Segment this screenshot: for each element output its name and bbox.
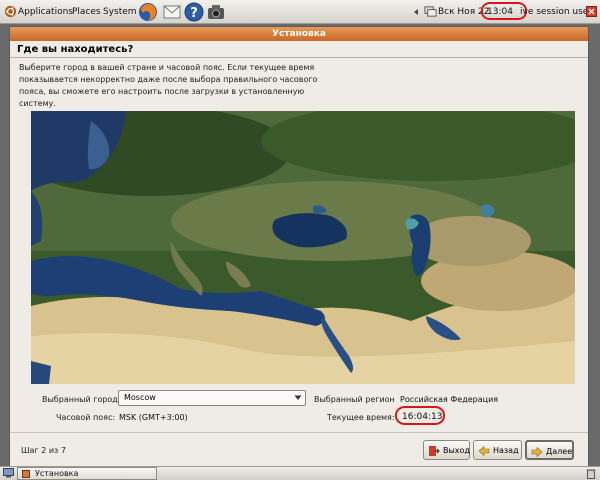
chevron-down-icon xyxy=(294,395,302,400)
window-titlebar[interactable]: Установка xyxy=(10,27,588,41)
timezone-label: Часовой пояс: xyxy=(56,413,116,422)
page-description: Выберите город в вашей стране и часовой … xyxy=(19,63,318,108)
arrow-left-icon xyxy=(478,445,490,457)
top-panel: Applications Places System ? Вск Ноя 22 … xyxy=(0,0,600,24)
help-icon[interactable]: ? xyxy=(184,2,204,22)
camera-icon[interactable] xyxy=(206,2,226,22)
page-title: Где вы находитесь? xyxy=(17,44,134,55)
trash-icon[interactable] xyxy=(586,468,596,479)
back-button-label: Назад xyxy=(493,446,519,455)
top-panel-session[interactable]: ive session user xyxy=(520,0,592,24)
back-button[interactable]: Назад xyxy=(473,440,522,460)
svg-text:?: ? xyxy=(190,6,198,21)
session-icon[interactable] xyxy=(586,6,597,17)
quit-button-label: Выход xyxy=(443,446,470,455)
taskbar-installer-label: Установка xyxy=(35,469,79,478)
quit-button[interactable]: Выход xyxy=(423,440,470,460)
timezone-map[interactable] xyxy=(31,111,575,384)
timezone-value: MSK (GMT+3:00) xyxy=(119,413,188,422)
city-select[interactable]: Moscow xyxy=(118,390,306,406)
step-indicator: Шаг 2 из 7 xyxy=(21,446,66,455)
installer-window: Установка Где вы находитесь? Выберите го… xyxy=(9,26,589,467)
show-desktop-icon[interactable] xyxy=(3,468,14,478)
menu-places[interactable]: Places xyxy=(72,0,101,24)
region-value: Российская Федерация xyxy=(400,395,499,404)
installer-window-icon xyxy=(22,470,30,478)
bottom-panel: Установка xyxy=(0,466,600,480)
menu-system[interactable]: System xyxy=(103,0,137,24)
taskbar-installer-button[interactable]: Установка xyxy=(17,467,157,480)
region-label: Выбранный регион xyxy=(314,395,395,404)
footer-divider xyxy=(10,432,588,433)
network-icon[interactable] xyxy=(424,5,437,18)
heading-divider xyxy=(10,57,588,58)
mail-icon[interactable] xyxy=(162,2,182,22)
next-button[interactable]: Далее xyxy=(525,440,574,460)
firefox-icon[interactable] xyxy=(138,2,158,22)
next-button-label: Далее xyxy=(546,447,573,456)
city-label: Выбранный город: xyxy=(42,395,121,404)
quit-icon xyxy=(429,446,440,456)
tray-arrow-icon[interactable] xyxy=(412,8,420,16)
current-time-label: Текущее время: xyxy=(327,413,395,422)
time-highlight-annotation xyxy=(395,406,445,425)
ubuntu-logo-icon[interactable] xyxy=(4,5,17,18)
city-select-value: Moscow xyxy=(124,393,156,402)
arrow-right-icon xyxy=(531,446,543,458)
menu-applications[interactable]: Applications xyxy=(18,0,73,24)
